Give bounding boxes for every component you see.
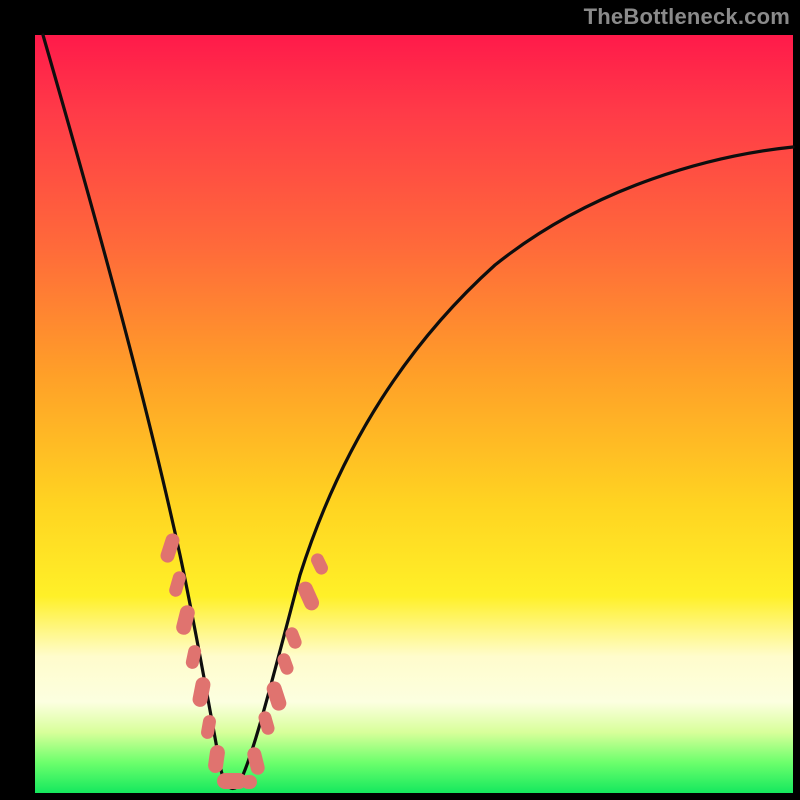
- bottleneck-curve: [35, 35, 793, 793]
- chart-frame: TheBottleneck.com: [0, 0, 800, 800]
- watermark-text: TheBottleneck.com: [584, 4, 790, 30]
- curve-marker: [241, 775, 257, 789]
- curve-path: [43, 35, 793, 788]
- plot-area: [35, 35, 793, 793]
